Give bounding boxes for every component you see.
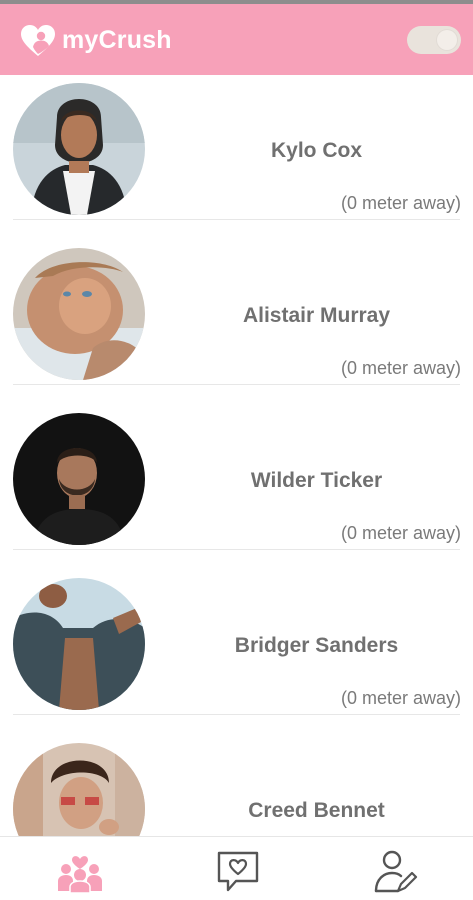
people-group-icon bbox=[58, 856, 102, 894]
user-name: Creed Bennet bbox=[248, 799, 385, 822]
user-name: Wilder Ticker bbox=[250, 469, 383, 492]
user-row[interactable]: Bridger Sanders (0 meter away) bbox=[0, 570, 473, 735]
heart-person-icon bbox=[21, 25, 55, 56]
user-name: Bridger Sanders bbox=[234, 634, 399, 657]
chat-heart-icon bbox=[217, 851, 259, 892]
distance-label: (0 meter away) bbox=[340, 193, 461, 213]
avatar[interactable] bbox=[13, 743, 145, 836]
row-divider bbox=[13, 219, 460, 220]
avatar[interactable] bbox=[13, 578, 145, 710]
profile-edit-icon bbox=[374, 850, 418, 893]
user-list[interactable]: Kylo Cox (0 meter away) Alistair Murray bbox=[0, 75, 473, 836]
row-divider bbox=[13, 714, 460, 715]
toggle-knob[interactable] bbox=[437, 30, 457, 50]
user-row[interactable]: Alistair Murray (0 meter away) bbox=[0, 240, 473, 405]
distance-label: (0 meter away) bbox=[340, 688, 461, 708]
distance-label: (0 meter away) bbox=[340, 523, 461, 543]
app-header: myCrush bbox=[0, 4, 473, 75]
nav-profile[interactable] bbox=[372, 847, 420, 895]
avatar[interactable] bbox=[13, 413, 145, 545]
app-title: myCrush bbox=[62, 26, 172, 54]
nav-people[interactable] bbox=[56, 847, 104, 895]
user-name: Alistair Murray bbox=[242, 304, 391, 327]
user-row[interactable]: Creed Bennet bbox=[0, 735, 473, 836]
bottom-navigation bbox=[0, 836, 473, 900]
app-screen: myCrush Kylo Cox (0 meter away) Alistair… bbox=[0, 0, 473, 900]
user-row[interactable]: Kylo Cox (0 meter away) bbox=[0, 75, 473, 240]
row-divider bbox=[13, 384, 460, 385]
avatar[interactable] bbox=[13, 248, 145, 380]
avatar[interactable] bbox=[13, 83, 145, 215]
location-toggle[interactable] bbox=[407, 26, 461, 54]
row-divider bbox=[13, 549, 460, 550]
user-name: Kylo Cox bbox=[270, 139, 362, 162]
nav-chats[interactable] bbox=[214, 847, 262, 895]
distance-label: (0 meter away) bbox=[340, 358, 461, 378]
user-row[interactable]: Wilder Ticker (0 meter away) bbox=[0, 405, 473, 570]
